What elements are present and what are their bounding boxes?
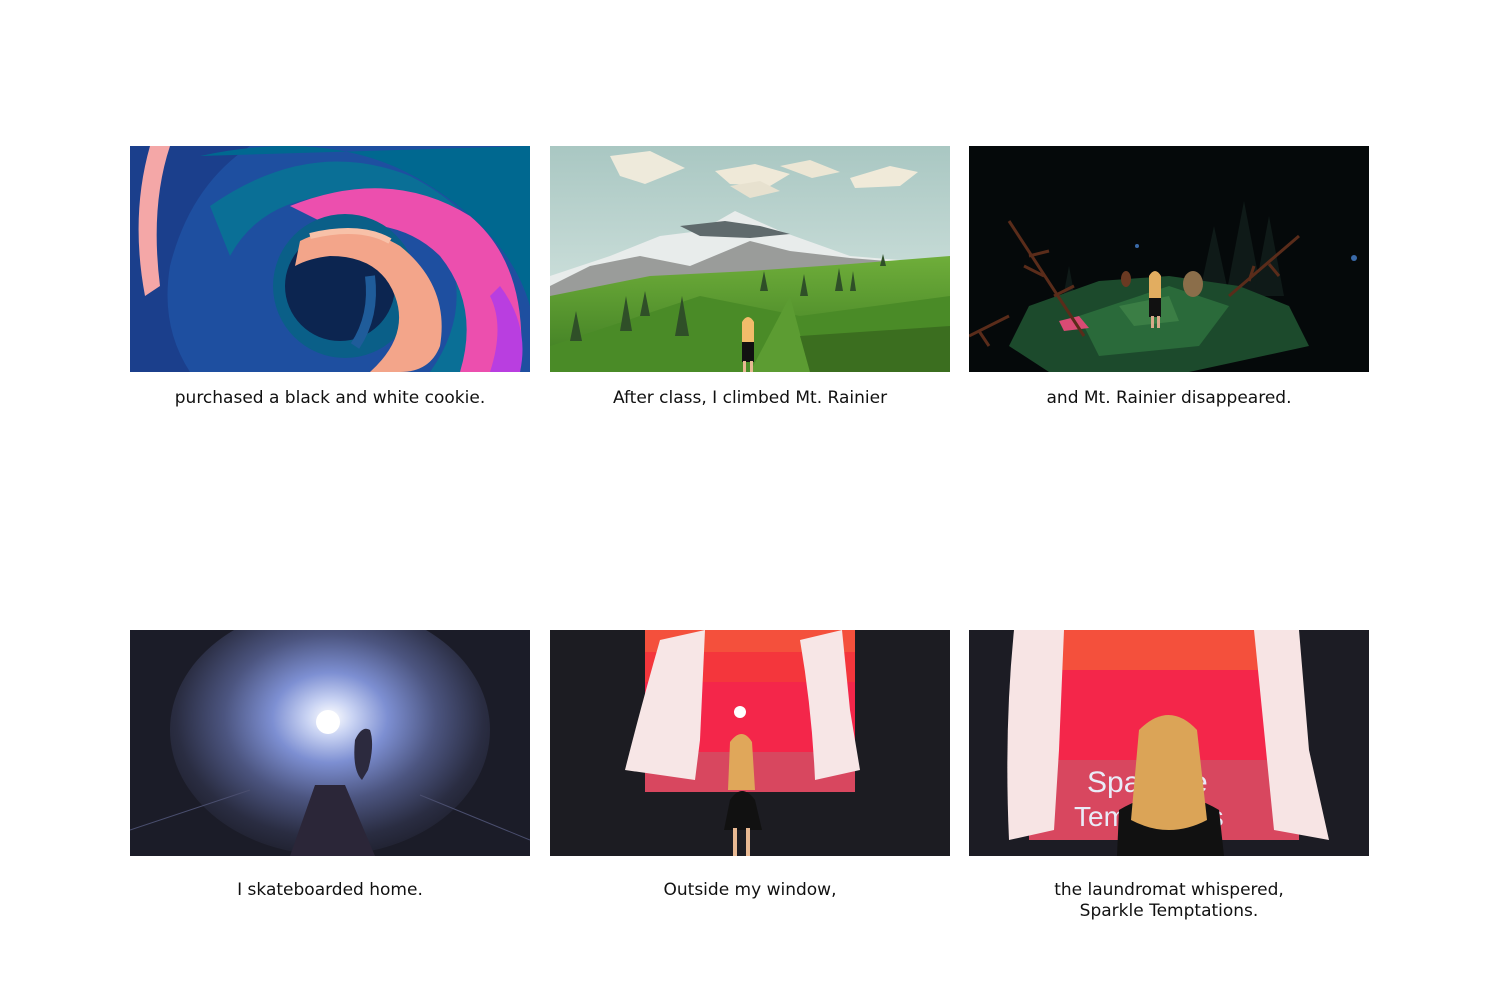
red-sunset-window-image [550,630,950,856]
dark-forest-image [969,146,1369,372]
caption-line: and Mt. Rainier disappeared. [1046,388,1292,408]
panel-6-caption: the laundromat whispered, Sparkle Tempta… [969,880,1369,922]
storyboard-panel-4: I skateboarded home. [130,630,530,901]
caption-line: Outside my window, [663,880,837,900]
panel-4-caption: I skateboarded home. [130,880,530,901]
storyboard-panel-1: purchased a black and white cookie. [130,146,530,409]
caption-line: Sparkle Temptations. [1079,901,1259,921]
caption-line: After class, I climbed Mt. Rainier [612,388,888,408]
sign-text-top-left: Spa [1087,766,1141,799]
caption-line: I skateboarded home. [237,880,423,900]
caption-line: purchased a black and white cookie. [174,388,486,408]
swirl-painting-image [130,146,530,372]
storyboard-panel-6: Spa e Tem ns the laundromat whispered, S… [969,630,1369,922]
mountain-meadow-image [550,146,950,372]
moon-tunnel-image [130,630,530,856]
panel-5-caption: Outside my window, [550,880,950,901]
panel-2-caption: After class, I climbed Mt. Rainier [550,388,950,409]
caption-line: the laundromat whispered, [1054,880,1284,900]
storyboard-panel-5: Outside my window, [550,630,950,901]
storyboard-panel-2: After class, I climbed Mt. Rainier [550,146,950,409]
laundromat-sign-window-image: Spa e Tem ns [969,630,1369,856]
panel-1-caption: purchased a black and white cookie. [130,388,530,409]
panel-3-caption: and Mt. Rainier disappeared. [969,388,1369,409]
storyboard-panel-3: and Mt. Rainier disappeared. [969,146,1369,409]
